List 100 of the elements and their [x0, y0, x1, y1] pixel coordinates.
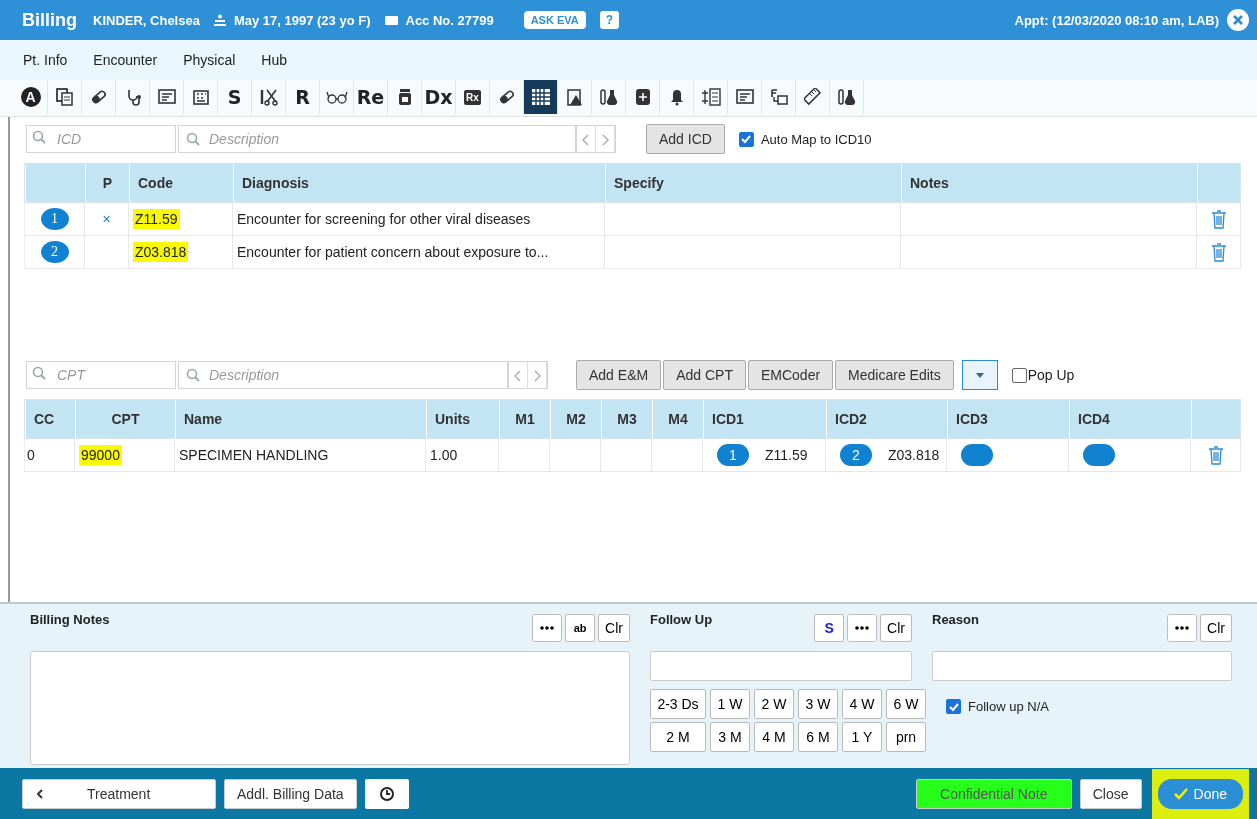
flask-icon: [836, 88, 857, 106]
table-cell: 0: [27, 447, 35, 463]
duration-button[interactable]: 2 W: [754, 689, 794, 719]
menu-item[interactable]: Hub: [261, 52, 287, 68]
checkbox-label: Auto Map to ICD10: [760, 131, 872, 147]
duration-button[interactable]: prn: [886, 722, 926, 752]
follow-up-field[interactable]: [650, 651, 912, 681]
column-header: CC: [25, 400, 75, 438]
check-icon: [1173, 787, 1188, 800]
close-icon[interactable]: [1227, 9, 1249, 31]
trash-icon[interactable]: [1207, 445, 1224, 465]
number-badge: 1: [40, 208, 69, 230]
duration-button[interactable]: 1 Y: [842, 722, 882, 752]
column-header: M1: [499, 400, 550, 438]
treatment-button[interactable]: Treatment: [22, 778, 216, 809]
clock-icon[interactable]: [364, 778, 409, 809]
column-header: P: [85, 164, 129, 202]
table-cell: SPECIMEN HANDLING: [179, 447, 329, 463]
toolbar-button[interactable]: S: [218, 80, 252, 114]
duration-button[interactable]: 3 W: [798, 689, 838, 719]
menu-item[interactable]: Physical: [183, 52, 236, 68]
confidential-note-button[interactable]: Confidential Note: [915, 778, 1072, 809]
more-button[interactable]: [847, 614, 878, 642]
scissors-icon: [259, 88, 278, 106]
menu-item[interactable]: Encounter: [93, 52, 158, 68]
table-cell: Z03.818: [888, 447, 940, 463]
column-header: Specify: [605, 164, 901, 202]
toolbar-button[interactable]: [524, 80, 558, 114]
toolbar-button[interactable]: R: [286, 80, 320, 114]
spellcheck-button[interactable]: ab: [565, 614, 596, 642]
duration-button[interactable]: 6 W: [886, 689, 926, 719]
account-number: Acc No. 27799: [405, 12, 494, 28]
column-header: Diagnosis: [233, 164, 605, 202]
column-header: Code: [129, 164, 233, 202]
building-icon: [191, 88, 210, 106]
close-button[interactable]: Close: [1079, 778, 1142, 809]
column-header: M3: [601, 400, 652, 438]
capsule-icon: [89, 88, 108, 106]
column-header: ICD4: [1069, 400, 1191, 438]
window-title: Billing: [22, 9, 77, 31]
toolbar-action-button[interactable]: EMCoder: [747, 360, 834, 390]
section-label: Follow Up: [650, 612, 713, 627]
billing-data-button[interactable]: Addl. Billing Data: [224, 778, 357, 809]
toolbar-button[interactable]: Re: [354, 80, 388, 114]
cpt-search-field[interactable]: CPT: [26, 361, 176, 389]
done-button[interactable]: Done: [1157, 778, 1243, 809]
add-icd-button[interactable]: Add ICD: [646, 124, 725, 154]
duration-button[interactable]: 2 M: [650, 722, 706, 752]
duration-button[interactable]: 6 M: [798, 722, 838, 752]
menu-item[interactable]: Pt. Info: [23, 52, 68, 68]
capsule-icon: [497, 88, 516, 106]
checkbox-label: Follow up N/A: [968, 699, 1049, 714]
duration-button[interactable]: 3 M: [710, 722, 750, 752]
table-cell: Z11.59: [765, 447, 808, 463]
duration-button[interactable]: 4 M: [754, 722, 794, 752]
toolbar-button[interactable]: Rx: [456, 80, 490, 114]
section-label: Reason: [932, 612, 979, 627]
duration-button[interactable]: 2-3 Ds: [650, 689, 706, 719]
caret-icon: [35, 787, 45, 800]
code-cell: 99000: [79, 445, 122, 465]
toolbar-action-button[interactable]: Medicare Edits: [835, 360, 954, 390]
clear-button[interactable]: Clr: [598, 614, 630, 642]
pop-up-checkbox[interactable]: [1011, 367, 1027, 383]
toolbar-button[interactable]: A: [14, 80, 48, 114]
appointment-info: Appt: (12/03/2020 08:10 am, LAB): [1014, 12, 1219, 28]
document-icon: [735, 88, 754, 106]
icd-search-field[interactable]: ICD: [26, 125, 176, 153]
duration-button[interactable]: 1 W: [710, 689, 750, 719]
column-header: Units: [426, 400, 499, 438]
duration-button[interactable]: 4 W: [842, 689, 882, 719]
toolbar-action-button[interactable]: Add CPT: [663, 360, 746, 390]
patient-name: KINDER, Chelsea: [93, 12, 200, 28]
reason-field[interactable]: [932, 651, 1232, 681]
more-button[interactable]: [532, 614, 563, 642]
description-search-field[interactable]: Description: [178, 125, 576, 153]
empty-badge[interactable]: [1083, 444, 1115, 466]
description-search-field[interactable]: Description: [178, 361, 508, 389]
column-header: M2: [550, 400, 601, 438]
auto-map-checkbox[interactable]: [738, 131, 754, 147]
clear-button[interactable]: Clr: [1200, 614, 1232, 642]
notes-field[interactable]: [30, 651, 630, 765]
empty-badge[interactable]: [961, 444, 993, 466]
clear-button[interactable]: Clr: [880, 614, 912, 642]
trash-icon[interactable]: [1210, 209, 1227, 229]
diagnosis-cell: Encounter for patient concern about exposure to...: [237, 244, 549, 260]
column-header: ICD1: [703, 400, 826, 438]
more-button[interactable]: [1167, 614, 1198, 642]
trash-icon[interactable]: [1210, 242, 1227, 262]
column-header: M4: [652, 400, 703, 438]
diagnosis-cell: Encounter for screening for other viral diseases: [237, 211, 531, 227]
follow-up-na-checkbox[interactable]: [946, 699, 961, 714]
s-button[interactable]: S: [814, 614, 845, 642]
number-badge[interactable]: 1: [717, 444, 749, 466]
table-cell: 1.00: [430, 447, 458, 463]
number-badge[interactable]: 2: [840, 444, 872, 466]
code-cell: Z11.59: [133, 209, 180, 229]
toolbar-button[interactable]: Dx: [422, 80, 456, 114]
copy-icon: [55, 88, 74, 106]
toolbar-action-button[interactable]: Add E&M: [576, 360, 662, 390]
dropdown-button[interactable]: [961, 360, 998, 390]
